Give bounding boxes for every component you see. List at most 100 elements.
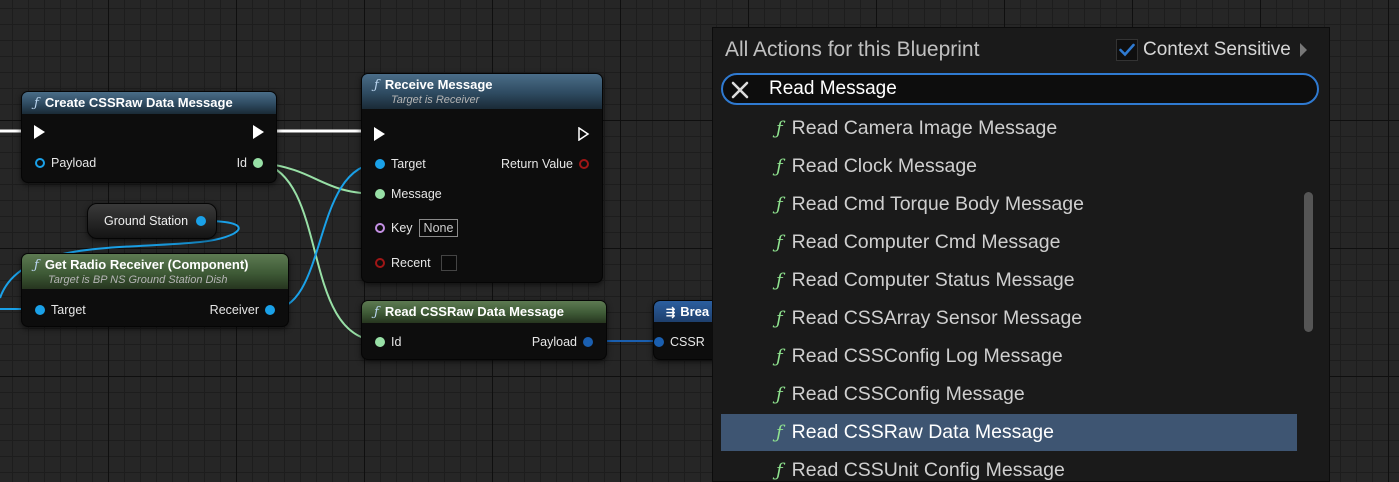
ground-station-node[interactable]: Ground Station [87, 203, 218, 239]
exec-out-icon [253, 125, 264, 139]
action-item[interactable]: ƒ Read CSSArray Sensor Message [721, 300, 1297, 337]
target-pin-icon [375, 159, 385, 169]
action-item-label: Read CSSConfig Message [791, 383, 1025, 405]
css-pin-label: CSSR [670, 335, 705, 349]
function-icon: ƒ [374, 78, 379, 93]
payload-out-pin[interactable]: Payload [532, 333, 593, 351]
action-item[interactable]: ƒ Read CSSRaw Data Message [721, 414, 1297, 451]
target-pin-icon [35, 305, 45, 315]
action-item[interactable]: ƒ Read Cmd Torque Body Message [721, 186, 1297, 223]
create-node-header[interactable]: ƒ Create CSSRaw Data Message [22, 92, 276, 114]
message-pin-label: Message [391, 187, 442, 201]
action-item-label: Read Computer Status Message [791, 269, 1075, 291]
ground-station-pin-icon[interactable] [196, 216, 207, 226]
action-item-label: Read Camera Image Message [791, 117, 1058, 139]
key-pin-icon [375, 223, 385, 233]
payload-pin-icon [35, 158, 45, 168]
function-icon: ƒ [776, 270, 783, 291]
function-icon: ƒ [34, 258, 39, 273]
search-input[interactable] [769, 78, 1289, 100]
action-item-label: Read CSSConfig Log Message [791, 345, 1063, 367]
key-pin[interactable]: Key None [375, 217, 459, 239]
action-item-label: Read Computer Cmd Message [791, 231, 1061, 253]
message-pin[interactable]: Message [375, 185, 442, 203]
action-item[interactable]: ƒ Read CSSConfig Log Message [721, 338, 1297, 375]
action-item[interactable]: ƒ Read Camera Image Message [721, 110, 1297, 147]
id-pin-label: Id [236, 156, 247, 170]
id-pin-label: Id [391, 335, 402, 349]
target-pin[interactable]: Target [375, 155, 426, 173]
get-radio-receiver-node[interactable]: ƒ Get Radio Receiver (Component) Target i… [21, 253, 289, 327]
key-value-box[interactable]: None [418, 219, 459, 237]
context-sensitive-label: Context Sensitive [1143, 39, 1291, 60]
function-icon: ƒ [374, 305, 379, 320]
receiver-pin[interactable]: Receiver [210, 301, 275, 319]
recent-pin-label: Recent [391, 256, 431, 270]
action-item-label: Read CSSUnit Config Message [791, 459, 1065, 481]
scrollbar-thumb[interactable] [1304, 192, 1313, 332]
context-sensitive-toggle[interactable]: Context Sensitive [1116, 39, 1307, 61]
recent-checkbox[interactable] [440, 255, 457, 271]
exec-out-pin[interactable] [578, 125, 590, 143]
id-in-pin[interactable]: Id [375, 333, 401, 351]
read-node-header[interactable]: ƒ Read CSSRaw Data Message [362, 301, 606, 323]
function-icon: ƒ [776, 460, 783, 481]
action-item[interactable]: ƒ Read Clock Message [721, 148, 1297, 185]
function-icon: ƒ [34, 96, 39, 111]
clear-search-icon[interactable] [729, 79, 751, 101]
function-icon: ƒ [776, 118, 783, 139]
target-pin-label: Target [51, 303, 86, 317]
id-pin-icon [375, 337, 385, 347]
radio-node-title: Get Radio Receiver (Component) [44, 257, 249, 272]
search-box[interactable] [721, 73, 1319, 105]
receive-node-header[interactable]: ƒ Receive Message Target is Receiver [362, 74, 602, 109]
css-pin[interactable]: CSSR [654, 333, 705, 351]
create-cssraw-node[interactable]: ƒ Create CSSRaw Data Message Payload Id [21, 91, 277, 183]
id-out-pin[interactable]: Id [237, 154, 263, 172]
expand-arrow-icon[interactable] [1299, 43, 1307, 57]
action-item[interactable]: ƒ Read CSSUnit Config Message [721, 452, 1297, 481]
action-item[interactable]: ƒ Read CSSConfig Message [721, 376, 1297, 413]
receive-message-node[interactable]: ƒ Receive Message Target is Receiver Targ… [361, 73, 603, 283]
exec-out-icon [578, 127, 590, 141]
payload-pin[interactable]: Payload [35, 154, 96, 172]
key-pin-label: Key [391, 221, 413, 235]
break-node-title: Brea [680, 304, 710, 319]
radio-node-subtitle: Target is BP NS Ground Station Dish [48, 274, 228, 286]
return-value-label: Return Value [500, 157, 573, 171]
action-list[interactable]: ƒ Read Camera Image Message ƒ Read Clock Me… [721, 106, 1297, 481]
create-node-title: Create CSSRaw Data Message [44, 95, 233, 110]
action-menu[interactable]: All Actions for this Blueprint Context S… [712, 27, 1330, 482]
return-value-pin[interactable]: Return Value [501, 155, 589, 173]
target-pin[interactable]: Target [35, 301, 86, 319]
menu-title: All Actions for this Blueprint [725, 38, 980, 61]
payload-pin-label: Payload [531, 335, 577, 349]
action-item[interactable]: ƒ Read Computer Cmd Message [721, 224, 1297, 261]
checkmark-icon [1119, 43, 1135, 57]
recent-pin-icon [375, 258, 385, 268]
ground-station-label: Ground Station [104, 214, 189, 228]
function-icon: ƒ [776, 232, 783, 253]
read-node-title: Read CSSRaw Data Message [384, 304, 564, 319]
function-icon: ƒ [776, 346, 783, 367]
action-item[interactable]: ƒ Read Computer Status Message [721, 262, 1297, 299]
message-pin-icon [375, 189, 385, 199]
recent-pin[interactable]: Recent [375, 254, 457, 272]
css-pin-icon [654, 337, 664, 347]
function-icon: ƒ [776, 384, 783, 405]
exec-in-pin[interactable] [374, 125, 385, 143]
exec-out-pin[interactable] [253, 123, 264, 141]
exec-in-pin[interactable] [34, 123, 45, 141]
action-item-label: Read Cmd Torque Body Message [791, 193, 1084, 215]
radio-node-header[interactable]: ƒ Get Radio Receiver (Component) Target i… [22, 254, 288, 289]
payload-pin-icon [583, 337, 593, 347]
payload-pin-label: Payload [51, 156, 97, 170]
receive-node-subtitle: Target is Receiver [391, 94, 480, 106]
context-sensitive-checkbox[interactable] [1116, 39, 1138, 61]
read-cssraw-node[interactable]: ƒ Read CSSRaw Data Message Id Payload [361, 300, 607, 360]
exec-in-icon [34, 125, 45, 139]
break-struct-icon: ⇶ [666, 307, 676, 319]
target-pin-label: Target [391, 157, 426, 171]
exec-in-icon [374, 127, 385, 141]
function-icon: ƒ [776, 308, 783, 329]
